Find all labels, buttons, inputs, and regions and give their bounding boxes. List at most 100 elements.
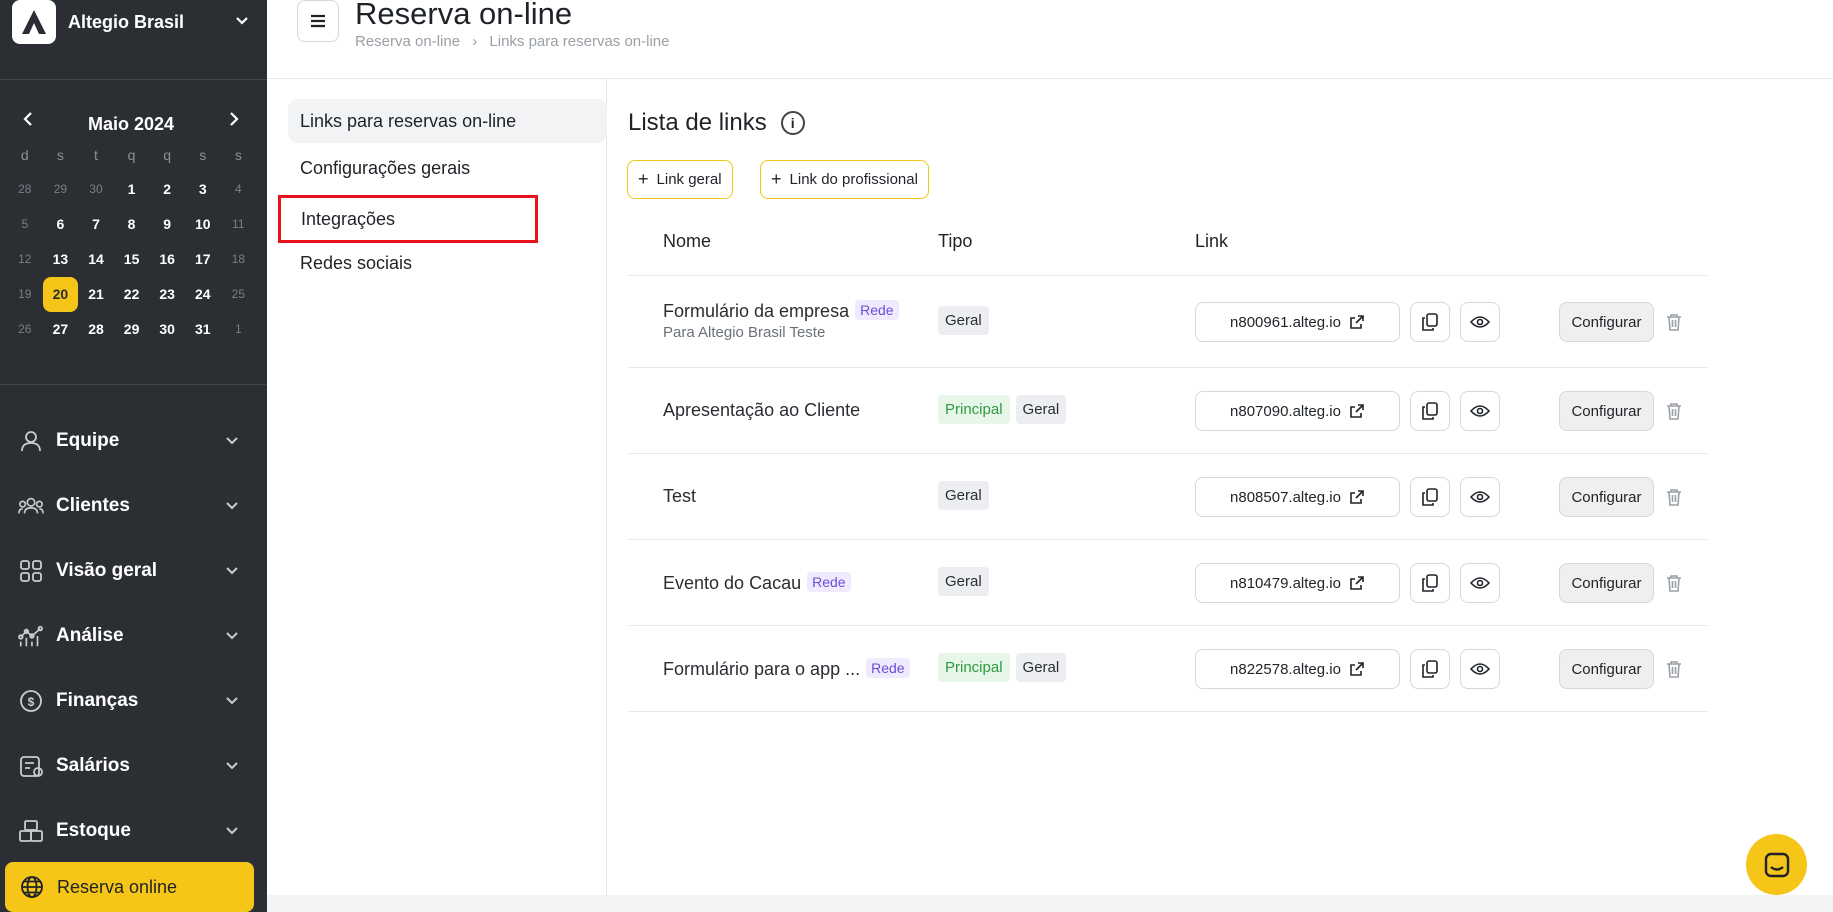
booking-link[interactable]: n800961.alteg.io — [1195, 302, 1400, 342]
preview-link-button[interactable] — [1460, 302, 1500, 342]
grid-icon — [18, 558, 44, 584]
nav-item-clientes[interactable]: Clientes — [0, 473, 267, 538]
copy-icon — [1422, 402, 1438, 420]
copy-icon — [1422, 574, 1438, 592]
calendar-day[interactable]: 14 — [78, 242, 114, 277]
table-row: Formulário da empresa Rede Para Altegio Br… — [628, 276, 1707, 368]
calendar-day[interactable]: 28 — [78, 312, 114, 347]
calendar-day[interactable]: 26 — [7, 312, 43, 347]
calendar-day[interactable]: 8 — [114, 207, 150, 242]
calendar-day[interactable]: 31 — [185, 312, 221, 347]
copy-link-button[interactable] — [1410, 477, 1450, 517]
configure-button[interactable]: Configurar — [1559, 477, 1654, 517]
salary-icon — [18, 753, 44, 779]
nav-item-equipe[interactable]: Equipe — [0, 408, 267, 473]
external-link-icon — [1350, 490, 1364, 504]
calendar-day[interactable]: 18 — [221, 242, 257, 277]
calendar-day[interactable]: 5 — [7, 207, 43, 242]
calendar-day[interactable]: 7 — [78, 207, 114, 242]
preview-link-button[interactable] — [1460, 477, 1500, 517]
subnav-item-general-settings[interactable]: Configurações gerais — [288, 146, 607, 190]
calendar-day[interactable]: 30 — [78, 172, 114, 207]
calendar-day[interactable]: 19 — [7, 277, 43, 312]
calendar-day[interactable]: 12 — [7, 242, 43, 277]
nav-item-an-lise[interactable]: Análise — [0, 603, 267, 668]
calendar-day[interactable]: 1 — [114, 172, 150, 207]
calendar-day[interactable]: 27 — [43, 312, 79, 347]
booking-link[interactable]: n810479.alteg.io — [1195, 563, 1400, 603]
calendar-day[interactable]: 23 — [149, 277, 185, 312]
nav-item-label: Clientes — [56, 494, 130, 516]
nav-item-estoque[interactable]: Estoque — [0, 798, 267, 863]
configure-button[interactable]: Configurar — [1559, 302, 1654, 342]
calendar-day[interactable]: 29 — [43, 172, 79, 207]
subnav-item-integrations[interactable]: Integrações — [278, 195, 538, 243]
trash-icon[interactable] — [1664, 486, 1684, 508]
link-name: Apresentação ao Cliente — [663, 400, 861, 420]
nav-item-reserva-online[interactable]: Reserva online — [5, 862, 254, 912]
trash-icon[interactable] — [1664, 400, 1684, 422]
calendar-day[interactable]: 28 — [7, 172, 43, 207]
menu-toggle-button[interactable] — [297, 0, 339, 42]
info-icon[interactable]: i — [780, 111, 805, 135]
calendar-day[interactable]: 10 — [185, 207, 221, 242]
calendar-day[interactable]: 3 — [185, 172, 221, 207]
chat-launcher-button[interactable] — [1746, 834, 1807, 895]
user-icon — [18, 428, 44, 454]
subnav-item-links[interactable]: Links para reservas on-line — [288, 99, 607, 143]
add-professional-link-button[interactable]: + Link do profissional — [760, 160, 929, 199]
calendar-day[interactable]: 15 — [114, 242, 150, 277]
preview-link-button[interactable] — [1460, 649, 1500, 689]
calendar-day[interactable]: 6 — [43, 207, 79, 242]
trash-icon[interactable] — [1664, 572, 1684, 594]
preview-link-button[interactable] — [1460, 391, 1500, 431]
calendar-day[interactable]: 25 — [221, 277, 257, 312]
calendar-day[interactable]: 30 — [149, 312, 185, 347]
add-general-link-button[interactable]: + Link geral — [627, 160, 733, 199]
calendar-day[interactable]: 4 — [221, 172, 257, 207]
settings-subnav: Links para reservas on-line Configuraçõe… — [267, 79, 607, 895]
company-switcher[interactable]: Altegio Brasil — [12, 0, 252, 44]
nav-item-finan-as[interactable]: $ Finanças — [0, 668, 267, 733]
eye-icon — [1470, 316, 1490, 328]
configure-button[interactable]: Configurar — [1559, 649, 1654, 689]
breadcrumb-item[interactable]: Reserva on-line — [355, 33, 460, 50]
calendar-day[interactable]: 16 — [149, 242, 185, 277]
nav-item-vis-o-geral[interactable]: Visão geral — [0, 538, 267, 603]
calendar-day[interactable]: 20 — [42, 277, 79, 312]
weekday-label: q — [163, 147, 172, 163]
preview-link-button[interactable] — [1460, 563, 1500, 603]
today-day[interactable]: 20 — [42, 277, 78, 312]
calendar-day[interactable]: 24 — [185, 277, 221, 312]
copy-link-button[interactable] — [1410, 391, 1450, 431]
copy-link-button[interactable] — [1410, 302, 1450, 342]
calendar-day[interactable]: 9 — [149, 207, 185, 242]
calendar-day[interactable]: 21 — [78, 277, 114, 312]
table-header: Nome Tipo Link — [628, 197, 1707, 276]
configure-button[interactable]: Configurar — [1559, 563, 1654, 603]
copy-link-button[interactable] — [1410, 649, 1450, 689]
booking-link[interactable]: n808507.alteg.io — [1195, 477, 1400, 517]
booking-link[interactable]: n807090.alteg.io — [1195, 391, 1400, 431]
calendar-day[interactable]: 22 — [114, 277, 150, 312]
table-row: Apresentação ao Cliente Principal Geral n80… — [628, 368, 1707, 454]
calendar-day[interactable]: 29 — [114, 312, 150, 347]
calendar-day[interactable]: 11 — [221, 207, 257, 242]
calendar-day[interactable]: 2 — [149, 172, 185, 207]
next-month-button[interactable] — [224, 110, 244, 133]
chevron-down-icon — [225, 430, 239, 452]
booking-link[interactable]: n822578.alteg.io — [1195, 649, 1400, 689]
trash-icon[interactable] — [1664, 658, 1684, 680]
nav-item-sal-rios[interactable]: Salários — [0, 733, 267, 798]
trash-icon[interactable] — [1664, 311, 1684, 333]
copy-link-button[interactable] — [1410, 563, 1450, 603]
eye-icon — [1470, 405, 1490, 417]
link-url: n810479.alteg.io — [1230, 574, 1341, 592]
calendar-day[interactable]: 1 — [221, 312, 257, 347]
configure-button[interactable]: Configurar — [1559, 391, 1654, 431]
external-link-icon — [1350, 404, 1364, 418]
subnav-item-social-networks[interactable]: Redes sociais — [288, 241, 607, 285]
calendar-day[interactable]: 13 — [43, 242, 79, 277]
calendar-day[interactable]: 17 — [185, 242, 221, 277]
users-icon — [18, 493, 44, 519]
